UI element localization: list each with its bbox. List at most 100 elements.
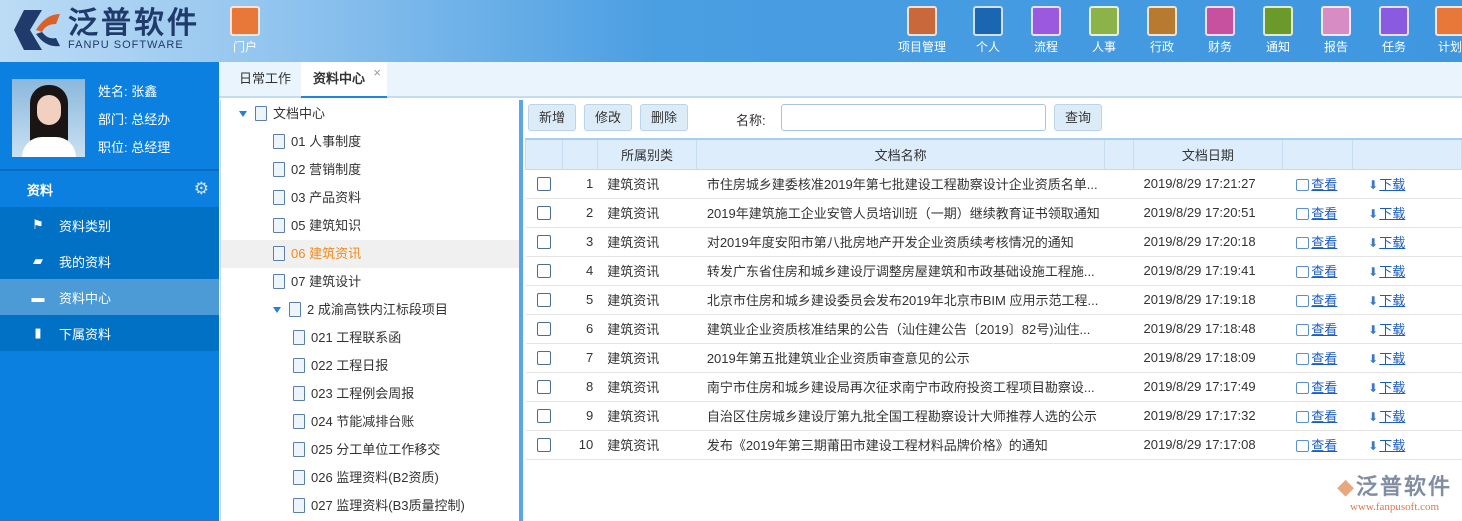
tree-node[interactable]: 2 成渝高铁内江标段项目 — [221, 296, 520, 324]
download-icon: ⬇ — [1368, 294, 1379, 308]
nav-task[interactable]: 任务 — [1364, 6, 1424, 55]
view-link[interactable]: 查看 — [1296, 177, 1337, 192]
view-link[interactable]: 查看 — [1296, 235, 1337, 250]
row-checkbox[interactable] — [536, 351, 551, 366]
download-link[interactable]: ⬇下载 — [1368, 206, 1405, 221]
task-icon — [1379, 6, 1409, 36]
row-date: 2019/8/29 17:19:41 — [1133, 256, 1283, 286]
tree-node[interactable]: 026 监理资料(B2资质) — [221, 464, 520, 492]
nav-speaker[interactable]: 通知 — [1248, 6, 1308, 55]
edit-button[interactable]: 修改 — [584, 104, 633, 131]
profile-position: 职位: 总经理 — [98, 140, 171, 155]
row-date: 2019/8/29 17:18:09 — [1133, 343, 1283, 373]
download-link[interactable]: ⬇下载 — [1368, 235, 1405, 250]
view-label: 查看 — [1311, 235, 1338, 250]
tab-document-center[interactable]: 资料中心 × — [301, 62, 388, 98]
column-header — [1281, 138, 1353, 170]
add-button[interactable]: 新增 — [528, 104, 577, 131]
download-icon: ⬇ — [1368, 410, 1379, 424]
tree-node[interactable]: 022 工程日报 — [221, 352, 520, 380]
file-icon: ▮ — [34, 325, 42, 340]
row-checkbox[interactable] — [536, 322, 551, 337]
view-label: 查看 — [1311, 322, 1338, 337]
gear-icon[interactable]: ⚙ — [194, 179, 209, 199]
tree-node[interactable]: 05 建筑知识 — [221, 212, 520, 240]
download-link[interactable]: ⬇下载 — [1368, 438, 1405, 453]
tree-node[interactable]: 023 工程例会周报 — [221, 380, 520, 408]
edit-icon — [1296, 440, 1310, 452]
nav-person-list[interactable]: 人事 — [1074, 6, 1134, 55]
row-category: 建筑资讯 — [597, 430, 697, 460]
download-link[interactable]: ⬇下载 — [1368, 380, 1405, 395]
view-link[interactable]: 查看 — [1296, 409, 1337, 424]
view-label: 查看 — [1311, 264, 1338, 279]
expand-toggle-icon[interactable] — [239, 111, 247, 117]
sidebar-item-0[interactable]: ⚑ 资料类别 — [0, 207, 219, 243]
row-checkbox[interactable] — [536, 177, 551, 192]
edit-icon — [1296, 237, 1310, 249]
row-number: 10 — [562, 430, 598, 460]
download-link[interactable]: ⬇下载 — [1368, 351, 1405, 366]
download-link[interactable]: ⬇下载 — [1368, 322, 1405, 337]
nav-home[interactable]: 门户 — [215, 6, 275, 55]
download-link[interactable]: ⬇下载 — [1368, 264, 1405, 279]
name-search-input[interactable] — [781, 104, 1046, 131]
view-link[interactable]: 查看 — [1296, 380, 1337, 395]
tree-node[interactable]: 025 分工单位工作移交 — [221, 436, 520, 464]
row-checkbox[interactable] — [536, 438, 551, 453]
tree-node[interactable]: 024 节能减排台账 — [221, 408, 520, 436]
search-button[interactable]: 查询 — [1054, 104, 1103, 131]
row-category: 建筑资讯 — [597, 227, 697, 257]
nav-grid[interactable]: 项目管理 — [892, 6, 952, 55]
tree-node[interactable]: 02 营销制度 — [221, 156, 520, 184]
main-panel: 新增 修改 删除 名称: 查询 所属别类 文档名称 文档日期 1 建筑资讯 市住房城乡建… — [523, 100, 1462, 521]
nav-user[interactable]: 个人 — [958, 6, 1018, 55]
nav-flowchart[interactable]: 流程 — [1016, 6, 1076, 55]
expand-toggle-icon[interactable] — [273, 307, 281, 313]
view-link[interactable]: 查看 — [1296, 438, 1337, 453]
download-icon: ⬇ — [1368, 236, 1379, 250]
view-link[interactable]: 查看 — [1296, 322, 1337, 337]
delete-button[interactable]: 删除 — [640, 104, 689, 131]
nav-yen[interactable]: 财务 — [1190, 6, 1250, 55]
view-link[interactable]: 查看 — [1296, 351, 1337, 366]
row-checkbox[interactable] — [536, 380, 551, 395]
tree-node[interactable]: 01 人事制度 — [221, 128, 520, 156]
tree-node[interactable]: 文档中心 — [221, 100, 520, 128]
view-link[interactable]: 查看 — [1296, 206, 1337, 221]
view-link[interactable]: 查看 — [1296, 264, 1337, 279]
download-link[interactable]: ⬇下载 — [1368, 409, 1405, 424]
tree-node[interactable]: 06 建筑资讯 — [221, 240, 520, 268]
tree-node[interactable]: 021 工程联系函 — [221, 324, 520, 352]
download-link[interactable]: ⬇下载 — [1368, 177, 1405, 192]
profile-dept: 部门: 总经办 — [98, 112, 171, 127]
table-row: 1 建筑资讯 市住房城乡建委核准2019年第七批建设工程勘察设计企业资质名单... 2… — [525, 169, 1462, 199]
table-row: 7 建筑资讯 2019年第五批建筑业企业资质审查意见的公示 2019/8/29 17:… — [525, 343, 1462, 373]
row-checkbox[interactable] — [536, 206, 551, 221]
sidebar-item-3[interactable]: ▮ 下属资料 — [0, 315, 219, 351]
nav-layers[interactable]: 行政 — [1132, 6, 1192, 55]
nav-sliders[interactable]: 计划 — [1420, 6, 1462, 55]
tree-node[interactable]: 03 产品资料 — [221, 184, 520, 212]
sidebar-item-1[interactable]: ▰ 我的资料 — [0, 243, 219, 279]
close-icon[interactable]: × — [373, 56, 381, 90]
row-checkbox[interactable] — [536, 235, 551, 250]
briefcase-icon: ▰ — [33, 253, 43, 268]
download-label: 下载 — [1379, 351, 1406, 366]
view-link[interactable]: 查看 — [1296, 293, 1337, 308]
row-checkbox[interactable] — [536, 293, 551, 308]
tree-node[interactable]: 07 建筑设计 — [221, 268, 520, 296]
nav-label: 门户 — [232, 40, 257, 54]
sidebar-item-2[interactable]: ▬ 资料中心 — [0, 279, 219, 315]
tab-daily-work[interactable]: 日常工作 — [227, 62, 303, 98]
download-link[interactable]: ⬇下载 — [1368, 293, 1405, 308]
document-icon — [293, 442, 305, 457]
row-checkbox[interactable] — [536, 264, 551, 279]
tree-node[interactable]: 027 监理资料(B3质量控制) — [221, 492, 520, 520]
row-doc-name: 2019年第五批建筑业企业资质审查意见的公示 — [696, 343, 1134, 373]
view-label: 查看 — [1311, 177, 1338, 192]
tree-node-label: 027 监理资料(B3质量控制) — [311, 498, 465, 513]
row-checkbox[interactable] — [536, 409, 551, 424]
tree-node-label: 022 工程日报 — [311, 358, 389, 373]
nav-report[interactable]: 报告 — [1306, 6, 1366, 55]
